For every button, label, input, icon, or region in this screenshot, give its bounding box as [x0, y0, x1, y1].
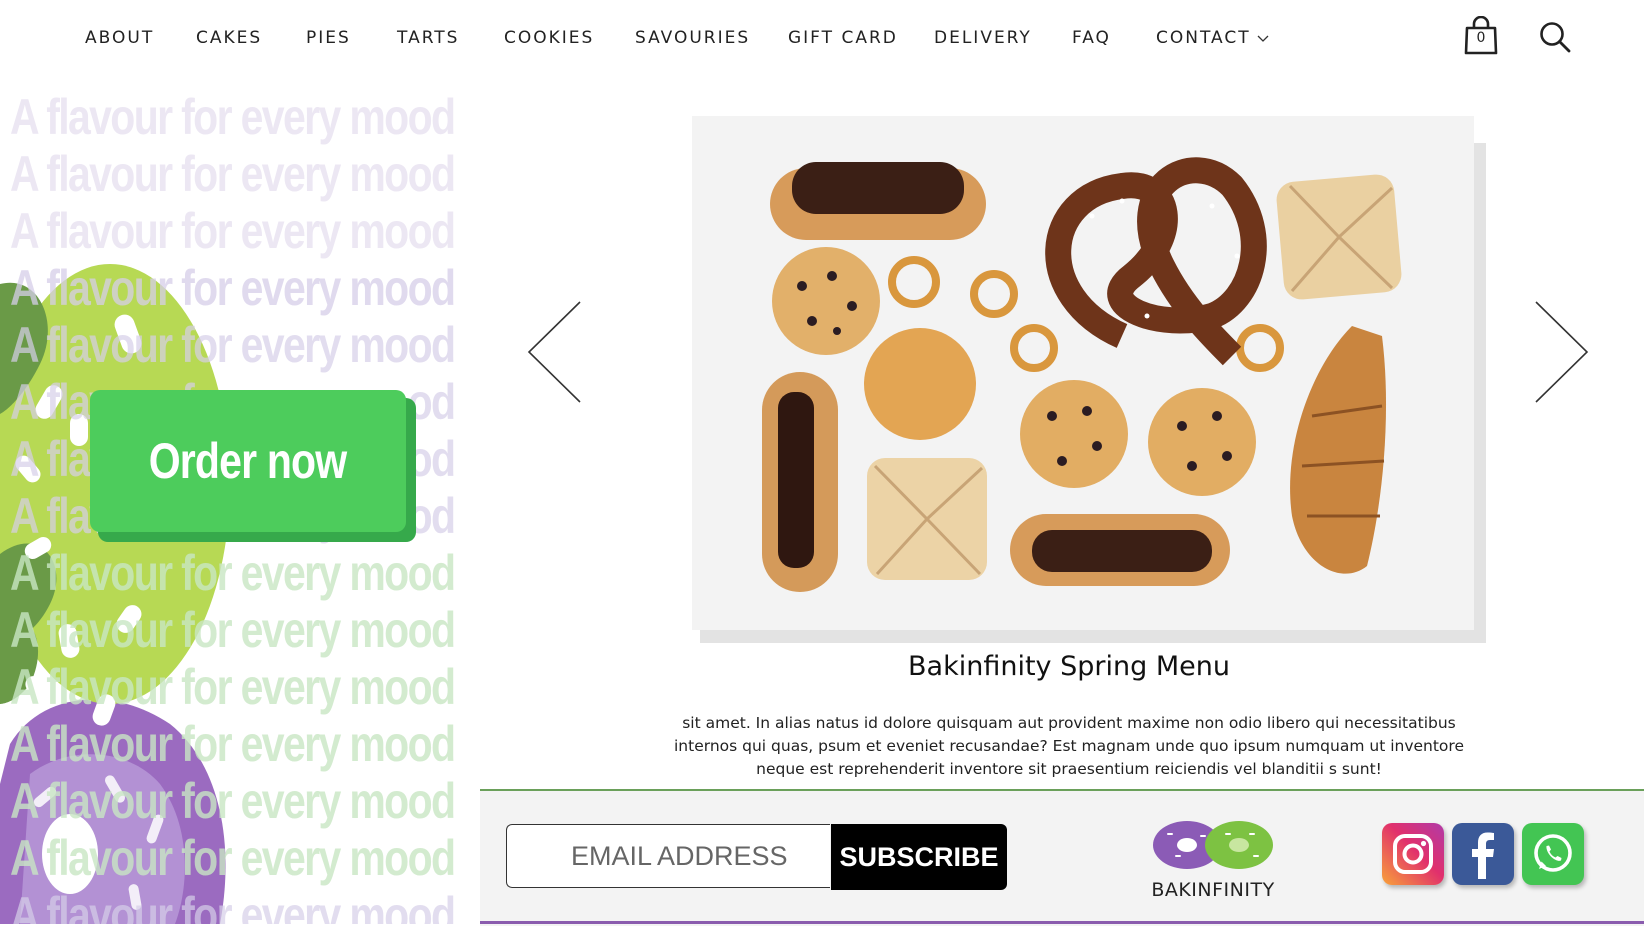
tagline-repeat: A flavour for every mood	[10, 203, 456, 259]
order-now-wrapper: Order now	[90, 390, 416, 542]
nav-cookies[interactable]: COOKIES	[504, 28, 594, 48]
tagline-repeat: A flavour for every mood	[10, 716, 456, 772]
chevron-right-icon	[1535, 301, 1589, 403]
eclair	[770, 162, 986, 240]
nav-gift-card[interactable]: GIFT CARD	[788, 28, 898, 48]
nav-savouries[interactable]: SAVOURIES	[635, 28, 750, 48]
cart-button[interactable]: 0	[1463, 15, 1499, 56]
nav-tarts[interactable]: TARTS	[397, 28, 459, 48]
instagram-icon	[1393, 834, 1433, 874]
tagline-repeat: A flavour for every mood	[10, 659, 456, 715]
nav-faq[interactable]: FAQ	[1072, 28, 1111, 48]
promo-panel: A flavour for every mood A flavour for e…	[0, 84, 480, 924]
email-input[interactable]	[506, 824, 830, 888]
tagline-repeat: A flavour for every mood	[10, 89, 456, 145]
tagline-repeat: A flavour for every mood	[10, 260, 456, 316]
logo-text: BAKINFINITY	[1151, 879, 1275, 901]
chevron-down-icon	[1257, 28, 1269, 48]
nav-cakes[interactable]: CAKES	[196, 28, 262, 48]
facebook-button[interactable]	[1452, 823, 1514, 885]
carousel-next-button[interactable]	[1534, 300, 1590, 408]
whatsapp-icon	[1534, 834, 1572, 872]
nav-contact-label: CONTACT	[1156, 28, 1251, 48]
tagline-repeat: A flavour for every mood	[10, 830, 456, 886]
search-button[interactable]	[1538, 20, 1572, 54]
tagline-repeat: A flavour for every mood	[10, 545, 456, 601]
whatsapp-button[interactable]	[1522, 823, 1584, 885]
nav-about[interactable]: ABOUT	[85, 28, 154, 48]
tagline-repeat: A flavour for every mood	[10, 602, 456, 658]
pastries-illustration	[692, 116, 1474, 630]
nav-contact[interactable]: CONTACT	[1156, 28, 1269, 48]
top-navigation: ABOUT CAKES PIES TARTS COOKIES SAVOURIES…	[0, 0, 1644, 80]
search-icon	[1540, 22, 1571, 53]
tagline-repeat: A flavour for every mood	[10, 887, 456, 924]
tagline-repeat: A flavour for every mood	[10, 773, 456, 829]
carousel-prev-button[interactable]	[526, 300, 582, 408]
carousel-title: Bakinfinity Spring Menu	[908, 651, 1230, 682]
donut-logo-icon	[1153, 821, 1273, 869]
facebook-icon	[1472, 832, 1494, 879]
nav-pies[interactable]: PIES	[306, 28, 351, 48]
bakinfinity-logo: BAKINFINITY	[1145, 815, 1281, 915]
hero-image	[692, 116, 1474, 630]
footer-bar: SUBSCRIBE BAKINFINITY	[480, 789, 1644, 926]
subscribe-button[interactable]: SUBSCRIBE	[831, 824, 1007, 890]
nav-delivery[interactable]: DELIVERY	[934, 28, 1032, 48]
chevron-left-icon	[527, 301, 581, 403]
cart-count: 0	[1476, 30, 1486, 46]
carousel-description: sit amet. In alias natus id dolore quisq…	[673, 714, 1464, 778]
order-now-button[interactable]: Order now	[90, 390, 406, 532]
tagline-repeat: A flavour for every mood	[10, 317, 456, 373]
tagline-repeat: A flavour for every mood	[10, 146, 456, 202]
instagram-button[interactable]	[1382, 823, 1444, 885]
order-now-label: Order now	[149, 433, 347, 489]
